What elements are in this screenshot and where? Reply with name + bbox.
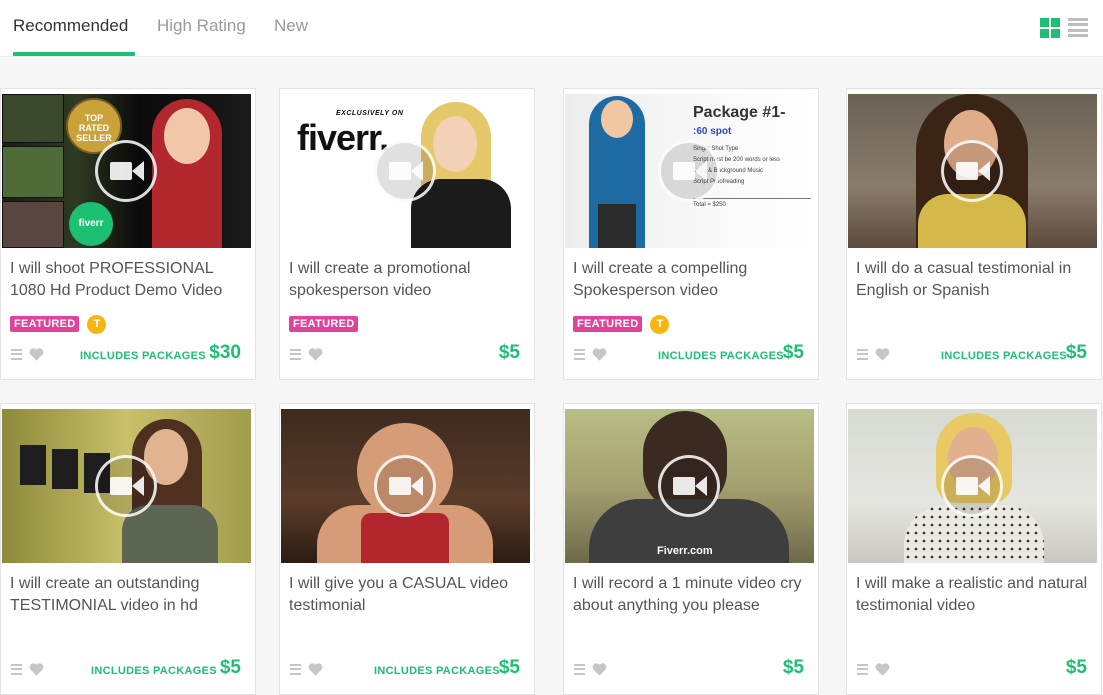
gig-price: $5 bbox=[219, 657, 241, 678]
video-play-icon[interactable] bbox=[941, 140, 1003, 202]
gig-title[interactable]: I will give you a CASUAL video testimoni… bbox=[289, 573, 529, 617]
gig-price: $5 bbox=[498, 657, 520, 678]
heart-icon[interactable] bbox=[592, 662, 607, 676]
active-tab-indicator bbox=[13, 52, 135, 56]
tab-new[interactable]: New bbox=[274, 16, 308, 36]
tab-recommended[interactable]: Recommended bbox=[13, 16, 128, 36]
video-play-icon[interactable] bbox=[95, 455, 157, 517]
grid-view-icon[interactable] bbox=[1040, 18, 1060, 38]
heart-icon[interactable] bbox=[308, 347, 323, 361]
fiverr-logo-text: fiverr. bbox=[297, 117, 389, 158]
gig-price: $5 bbox=[498, 342, 520, 363]
tab-high-rating[interactable]: High Rating bbox=[157, 16, 246, 36]
includes-packages-label: INCLUDES PACKAGES bbox=[91, 665, 217, 677]
heart-icon[interactable] bbox=[29, 662, 44, 676]
gig-card[interactable]: Fiverr.com I will record a 1 minute vide… bbox=[563, 403, 819, 695]
collections-menu-icon[interactable] bbox=[574, 663, 585, 675]
gig-card[interactable]: I will do a casual testimonial in Englis… bbox=[846, 88, 1102, 380]
video-play-icon[interactable] bbox=[95, 140, 157, 202]
gig-price: $5 bbox=[1065, 342, 1087, 363]
package-heading: Package #1- bbox=[693, 104, 786, 121]
package-sub: :60 spot bbox=[693, 126, 732, 137]
gig-title[interactable]: I will create a promotional spokesperson… bbox=[289, 258, 529, 302]
gig-title[interactable]: I will make a realistic and natural test… bbox=[856, 573, 1096, 617]
gig-title[interactable]: I will do a casual testimonial in Englis… bbox=[856, 258, 1096, 302]
heart-icon[interactable] bbox=[308, 662, 323, 676]
gig-title[interactable]: I will shoot PROFESSIONAL 1080 Hd Produc… bbox=[10, 258, 250, 302]
gig-price: $30 bbox=[209, 342, 241, 363]
gig-price: $5 bbox=[782, 657, 804, 678]
includes-packages-label: INCLUDES PACKAGES bbox=[374, 665, 500, 677]
gig-thumbnail[interactable]: TOP RATED SELLER fiverr bbox=[2, 94, 251, 248]
featured-badge: FEATURED bbox=[10, 316, 80, 332]
video-play-icon[interactable] bbox=[941, 455, 1003, 517]
featured-badge: FEATURED bbox=[573, 316, 643, 332]
collections-menu-icon[interactable] bbox=[11, 348, 22, 360]
includes-packages-label: INCLUDES PACKAGES bbox=[658, 350, 784, 362]
video-play-icon[interactable] bbox=[374, 455, 436, 517]
collections-menu-icon[interactable] bbox=[574, 348, 585, 360]
heart-icon[interactable] bbox=[875, 347, 890, 361]
thumb-tag-text: EXCLUSIVELY ON bbox=[336, 110, 404, 117]
fiverr-logo-circle: fiverr bbox=[69, 202, 113, 246]
gig-thumbnail[interactable]: Package #1- :60 spot Single Shot Type Sc… bbox=[565, 94, 814, 248]
top-rated-seal-text: RATED bbox=[78, 123, 110, 133]
thumb-watermark: Fiverr.com bbox=[657, 545, 713, 557]
gig-price: $5 bbox=[782, 342, 804, 363]
video-play-icon[interactable] bbox=[374, 140, 436, 202]
gig-price: $5 bbox=[1065, 657, 1087, 678]
package-total: Total = $250 bbox=[693, 202, 726, 208]
heart-icon[interactable] bbox=[29, 347, 44, 361]
gig-card[interactable]: EXCLUSIVELY ON fiverr. I will create a p… bbox=[279, 88, 535, 380]
gig-card[interactable]: I will create an outstanding TESTIMONIAL… bbox=[0, 403, 256, 695]
video-play-icon[interactable] bbox=[658, 140, 720, 202]
collections-menu-icon[interactable] bbox=[290, 663, 301, 675]
collections-menu-icon[interactable] bbox=[290, 348, 301, 360]
gig-thumbnail[interactable] bbox=[281, 409, 530, 563]
gig-thumbnail[interactable] bbox=[848, 409, 1097, 563]
collections-menu-icon[interactable] bbox=[857, 348, 868, 360]
gig-thumbnail[interactable] bbox=[2, 409, 251, 563]
gig-card[interactable]: TOP RATED SELLER fiverr I will shoot PRO… bbox=[0, 88, 256, 380]
gig-thumbnail[interactable]: Fiverr.com bbox=[565, 409, 814, 563]
collections-menu-icon[interactable] bbox=[11, 663, 22, 675]
gig-title[interactable]: I will record a 1 minute video cry about… bbox=[573, 573, 813, 617]
gig-thumbnail[interactable] bbox=[848, 94, 1097, 248]
filter-tab-bar: Recommended High Rating New bbox=[0, 0, 1103, 57]
top-rated-seal-text: SELLER bbox=[76, 133, 112, 143]
top-rated-badge: T bbox=[87, 314, 107, 334]
featured-badge: FEATURED bbox=[289, 316, 359, 332]
top-rated-seal-text: TOP bbox=[84, 113, 104, 123]
gig-title[interactable]: I will create an outstanding TESTIMONIAL… bbox=[10, 573, 250, 617]
heart-icon[interactable] bbox=[592, 347, 607, 361]
list-view-icon[interactable] bbox=[1068, 18, 1088, 37]
gig-title[interactable]: I will create a compelling Spokesperson … bbox=[573, 258, 813, 302]
includes-packages-label: INCLUDES PACKAGES bbox=[941, 350, 1067, 362]
top-rated-badge: T bbox=[650, 314, 670, 334]
gig-card[interactable]: I will make a realistic and natural test… bbox=[846, 403, 1102, 695]
gig-card[interactable]: Package #1- :60 spot Single Shot Type Sc… bbox=[563, 88, 819, 380]
video-play-icon[interactable] bbox=[658, 455, 720, 517]
gig-card[interactable]: I will give you a CASUAL video testimoni… bbox=[279, 403, 535, 695]
gig-thumbnail[interactable]: EXCLUSIVELY ON fiverr. bbox=[281, 94, 530, 248]
collections-menu-icon[interactable] bbox=[857, 663, 868, 675]
heart-icon[interactable] bbox=[875, 662, 890, 676]
includes-packages-label: INCLUDES PACKAGES bbox=[80, 350, 206, 362]
